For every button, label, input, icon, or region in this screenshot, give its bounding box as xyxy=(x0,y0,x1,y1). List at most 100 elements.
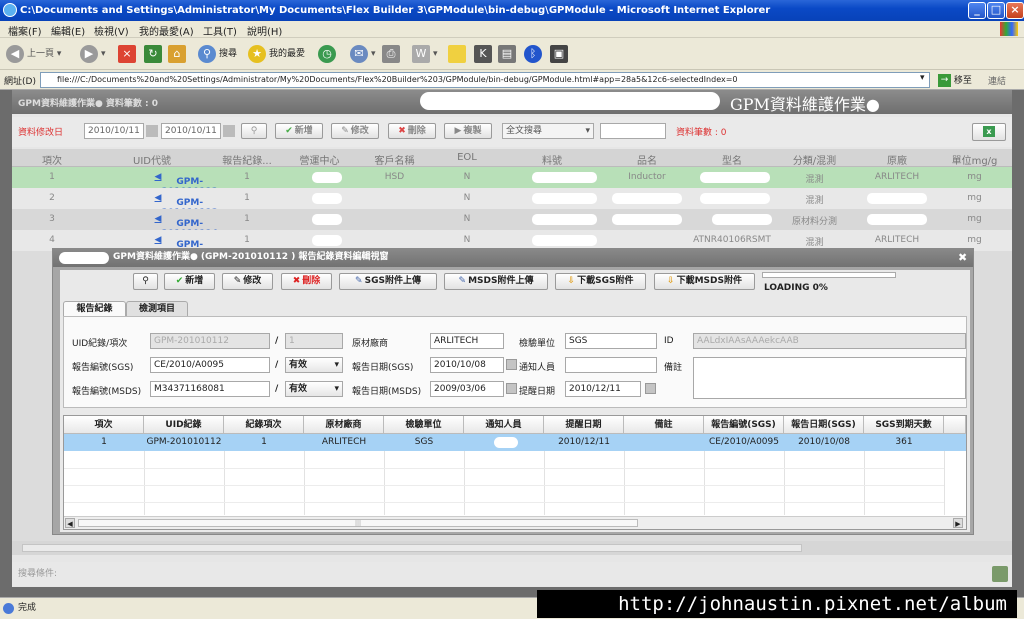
dialog-add-button[interactable]: ✔ 新增 xyxy=(164,273,215,290)
grid-col-header[interactable]: 報告日期(SGS) xyxy=(784,416,864,434)
search-input[interactable] xyxy=(600,123,666,139)
mail-button[interactable]: ✉ ▾ xyxy=(350,44,376,64)
msds-download-button[interactable]: ⇩ 下載MSDS附件 xyxy=(654,273,755,290)
tab-items[interactable]: 檢測項目 xyxy=(126,301,188,317)
search-button[interactable]: ⚲ 搜尋 xyxy=(198,44,237,64)
tool-button[interactable]: ▤ xyxy=(498,44,519,64)
grid-col-header[interactable]: 檢驗單位 xyxy=(384,416,464,434)
dialog-edit-button[interactable]: ✎ 修改 xyxy=(222,273,273,290)
menu-favorites[interactable]: 我的最愛(A) xyxy=(139,23,194,38)
maximize-button[interactable]: □ xyxy=(987,2,1005,19)
sgs-date-field[interactable]: 2010/10/08 xyxy=(430,357,504,373)
home-button[interactable]: ⌂ xyxy=(168,44,189,64)
edit-word-button[interactable]: W ▾ xyxy=(412,44,438,64)
forward-button[interactable]: ▶ ▾ xyxy=(80,44,106,64)
dialog-delete-button[interactable]: ✖ 刪除 xyxy=(281,273,332,290)
links-label[interactable]: 連結 xyxy=(988,74,1006,87)
col-header: EOL xyxy=(457,152,477,163)
addon-button[interactable]: ▣ xyxy=(550,44,571,64)
uid-field[interactable]: GPM-201010112 xyxy=(150,333,270,349)
grid-col-header[interactable]: 備註 xyxy=(624,416,704,434)
cell-uid[interactable]: ◀ GPM-201010114 xyxy=(98,214,218,239)
slash-separator: / xyxy=(275,336,279,346)
calendar-icon[interactable] xyxy=(645,383,656,394)
search-button[interactable]: ⚲ xyxy=(241,123,267,139)
scroll-thumb[interactable] xyxy=(22,544,802,552)
notify-field[interactable] xyxy=(565,357,657,373)
grid-col-header[interactable]: 報告編號(SGS) xyxy=(704,416,784,434)
main-grid-hscroll[interactable] xyxy=(12,541,1012,555)
close-button[interactable]: × xyxy=(1006,2,1024,19)
cell-report: 1 xyxy=(244,235,250,245)
uid-seq-field[interactable]: 1 xyxy=(285,333,343,349)
go-button[interactable]: → 移至 xyxy=(938,73,972,87)
table-row[interactable]: 1 ◀ GPM-201010112 1 HSD N Inductor 混測 AR… xyxy=(12,167,1012,197)
refresh-button[interactable]: ↻ xyxy=(144,44,165,64)
menu-file[interactable]: 檔案(F) xyxy=(8,23,42,38)
dialog-close-icon[interactable]: ✖ xyxy=(958,248,967,267)
maker-field[interactable]: ARLITECH xyxy=(430,333,504,349)
sgs-upload-button[interactable]: ✎ SGS附件上傳 xyxy=(339,273,437,290)
minimize-button[interactable]: _ xyxy=(968,2,986,19)
favorites-button[interactable]: ★ 我的最愛 xyxy=(248,44,305,64)
sgs-no-field[interactable]: CE/2010/A0095 xyxy=(150,357,270,373)
cell-uid[interactable]: ◀ GPM-201010111 xyxy=(98,235,218,260)
search-mode-select[interactable]: 全文搜尋 ▾ xyxy=(502,123,594,139)
menu-view[interactable]: 檢視(V) xyxy=(94,23,129,38)
calendar-icon[interactable] xyxy=(506,359,517,370)
col-header: 品名 xyxy=(637,156,657,167)
scroll-thumb[interactable]: ||| xyxy=(78,519,638,527)
address-dropdown[interactable]: ▾ xyxy=(920,73,925,83)
msds-date-field[interactable]: 2009/03/06 xyxy=(430,381,504,397)
scroll-right-icon[interactable]: ▶ xyxy=(953,518,963,528)
calendar-icon[interactable] xyxy=(506,383,517,394)
calendar-icon[interactable] xyxy=(223,125,235,137)
grid-col-header[interactable]: SGS到期天數 xyxy=(864,416,944,434)
msds-valid-select[interactable]: 有效 ▾ xyxy=(285,381,343,397)
date-to-input[interactable]: 2010/10/11 xyxy=(161,123,221,139)
sgs-download-button[interactable]: ⇩ 下載SGS附件 xyxy=(555,273,646,290)
sgs-valid-select[interactable]: 有效 ▾ xyxy=(285,357,343,373)
tab-report[interactable]: 報告紀錄 xyxy=(63,301,126,317)
menu-help[interactable]: 說明(H) xyxy=(247,23,282,38)
cell-uid[interactable]: ◀ GPM-201010113 xyxy=(98,193,218,218)
address-url: file:///C:/Documents%20and%20Settings/Ad… xyxy=(57,75,738,84)
k-button[interactable]: K xyxy=(474,44,495,64)
calendar-icon[interactable] xyxy=(146,125,158,137)
menu-edit[interactable]: 編輯(E) xyxy=(51,23,85,38)
grid-col-header[interactable]: 原材廠商 xyxy=(304,416,384,434)
grid-hscroll[interactable]: ◀ ||| ▶ xyxy=(64,516,966,529)
back-button[interactable]: ◀ 上一頁 ▾ xyxy=(6,44,61,64)
remind-field[interactable]: 2010/12/11 xyxy=(565,381,641,397)
print-button[interactable]: ⎙ xyxy=(382,44,403,64)
notes-button[interactable] xyxy=(448,44,469,64)
cell-uid[interactable]: ◀ GPM-201010112 xyxy=(98,172,218,197)
export-excel-button[interactable]: x xyxy=(972,123,1006,141)
grid-col-header[interactable]: 項次 xyxy=(64,416,144,434)
cube-icon[interactable] xyxy=(992,566,1008,582)
bluetooth-button[interactable]: ᛒ xyxy=(524,44,545,64)
address-input[interactable]: file:///C:/Documents%20and%20Settings/Ad… xyxy=(40,72,930,88)
grid-col-header[interactable]: 提醒日期 xyxy=(544,416,624,434)
remark-textarea[interactable] xyxy=(693,357,966,399)
date-from-input[interactable]: 2010/10/11 xyxy=(84,123,144,139)
msds-no-field[interactable]: M34371168081 xyxy=(150,381,270,397)
copy-button[interactable]: ▶ 複製 xyxy=(444,123,492,139)
scroll-left-icon[interactable]: ◀ xyxy=(65,518,75,528)
msds-upload-button[interactable]: ✎ MSDS附件上傳 xyxy=(444,273,548,290)
grid-col-header[interactable]: 通知人員 xyxy=(464,416,544,434)
history-button[interactable]: ◷ xyxy=(318,44,339,64)
stop-button[interactable]: × xyxy=(118,44,139,64)
redaction-blob xyxy=(532,214,597,225)
dialog-search-button[interactable]: ⚲ xyxy=(133,273,158,290)
edit-button[interactable]: ✎ 修改 xyxy=(331,123,379,139)
add-button[interactable]: ✔ 新增 xyxy=(275,123,323,139)
lab-field[interactable]: SGS xyxy=(565,333,657,349)
delete-button[interactable]: ✖ 刪除 xyxy=(388,123,436,139)
menu-tools[interactable]: 工具(T) xyxy=(203,23,237,38)
grid-col-header[interactable]: UID紀錄 xyxy=(144,416,224,434)
table-row[interactable]: 3 ◀ GPM-201010114 1 N 原材料分測 mg xyxy=(12,209,1012,239)
id-field[interactable]: AALdxIAAsAAAekcAAB xyxy=(693,333,966,349)
table-row[interactable]: 2 ◀ GPM-201010113 1 N 混測 mg xyxy=(12,188,1012,218)
grid-col-header[interactable]: 紀錄項次 xyxy=(224,416,304,434)
